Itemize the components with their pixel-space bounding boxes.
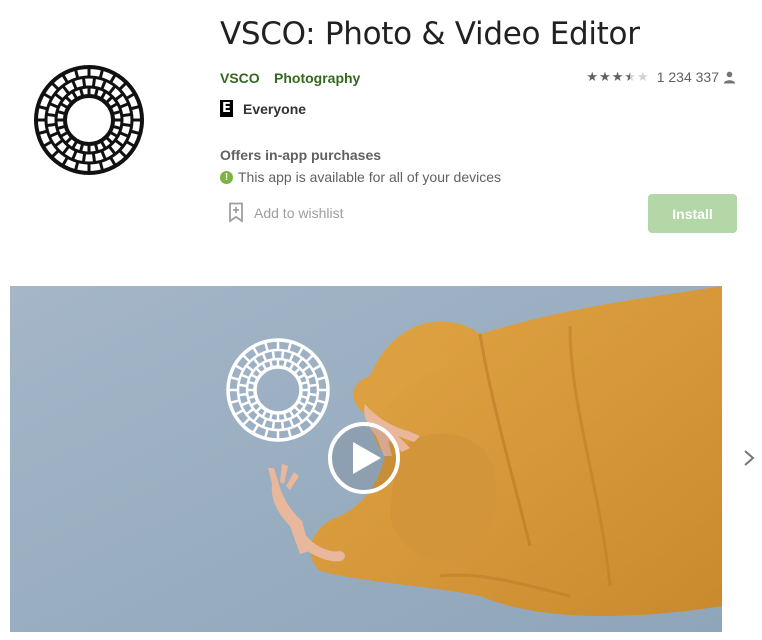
content-rating-label: Everyone [243, 100, 307, 117]
star-icon: ★ [599, 69, 611, 84]
app-title: VSCO: Photo & Video Editor [220, 16, 640, 52]
esrb-everyone-icon: E [220, 100, 233, 117]
rating-summary: ★ ★ ★ ★ ★ 1 234 337 [586, 69, 736, 85]
star-icon: ★ [611, 69, 624, 84]
availability-text: This app is available for all of your de… [238, 169, 502, 185]
add-to-wishlist-button[interactable]: Add to wishlist [228, 202, 343, 223]
chevron-right-icon[interactable] [738, 444, 760, 472]
in-app-purchases-label: Offers in-app purchases [220, 147, 382, 163]
info-icon: ! [220, 170, 233, 184]
star-rating: ★ ★ ★ ★ ★ [586, 69, 648, 85]
empty-star-icon: ★ [637, 69, 649, 84]
vsco-logo-icon [34, 65, 144, 175]
video-preview[interactable] [10, 286, 722, 632]
wishlist-label: Add to wishlist [254, 204, 344, 221]
half-star-icon: ★ [624, 69, 637, 84]
person-icon [723, 71, 736, 83]
availability-notice: ! This app is available for all of your … [220, 169, 501, 185]
star-icon: ★ [586, 69, 599, 84]
bookmark-plus-icon [229, 202, 243, 223]
install-button[interactable]: Install [648, 194, 737, 233]
rating-count: 1 234 337 [656, 69, 719, 85]
play-icon[interactable] [328, 422, 400, 494]
developer-link[interactable]: VSCO [220, 70, 260, 86]
content-rating: E Everyone [220, 100, 306, 117]
hero-image [10, 286, 722, 632]
category-link[interactable]: Photography [274, 70, 360, 86]
